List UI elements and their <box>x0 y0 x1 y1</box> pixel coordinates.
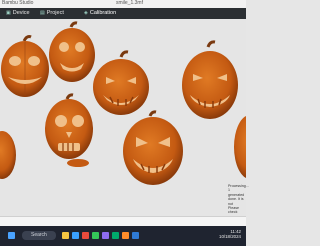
pumpkin-model-4[interactable] <box>182 40 238 119</box>
top-tab-bar: ▣ Device ▤ Project ◈ Calibration <box>0 8 246 19</box>
app-name: Bambu Studio <box>2 0 34 6</box>
browser-icon[interactable] <box>72 232 79 239</box>
pumpkin-model-1[interactable] <box>1 35 49 98</box>
tab-device-label: Device <box>12 10 30 16</box>
app-icon[interactable] <box>132 232 139 239</box>
tab-project-label: Project <box>46 10 64 16</box>
tab-device[interactable]: ▣ Device <box>6 10 30 17</box>
tab-calibration-label: Calibration <box>89 10 117 16</box>
processing-notice: Processing... 1 generated done. It is no… <box>228 184 249 215</box>
device-icon: ▣ <box>6 10 11 16</box>
pumpkin-models-scene[interactable] <box>0 19 246 216</box>
calibration-icon: ◈ <box>84 10 88 16</box>
project-icon: ▤ <box>40 10 45 16</box>
pumpkin-model-6[interactable] <box>45 93 93 167</box>
notice-line: Please check <box>228 206 239 215</box>
bambu-studio-icon[interactable] <box>112 232 119 239</box>
file-name: smile_1.3mf <box>116 0 143 6</box>
app-icon[interactable] <box>92 232 99 239</box>
app-icon[interactable] <box>122 232 129 239</box>
notice-line: Processing... <box>228 184 249 188</box>
system-tray[interactable]: 11:42 10/18/2024 <box>219 229 241 240</box>
taskbar-search[interactable]: Search <box>22 231 56 240</box>
notice-line: 1 generated <box>228 188 245 197</box>
pumpkin-model-8[interactable] <box>234 115 246 179</box>
pumpkin-model-2[interactable] <box>49 21 95 82</box>
app-icon[interactable] <box>102 232 109 239</box>
start-icon[interactable] <box>8 232 15 239</box>
pumpkin-model-5[interactable] <box>0 131 16 179</box>
search-label: Search <box>31 232 47 238</box>
pumpkin-model-7[interactable] <box>123 110 183 185</box>
tray-date: 10/18/2024 <box>219 234 241 240</box>
tab-project[interactable]: ▤ Project <box>40 10 64 17</box>
window-titlebar: Bambu Studio smile_1.3mf <box>0 0 246 8</box>
tab-calibration[interactable]: ◈ Calibration <box>84 10 116 17</box>
app-icon[interactable] <box>82 232 89 239</box>
pumpkin-model-3[interactable] <box>93 50 149 115</box>
notice-line: done. It is not <box>228 197 244 206</box>
file-explorer-icon[interactable] <box>62 232 69 239</box>
